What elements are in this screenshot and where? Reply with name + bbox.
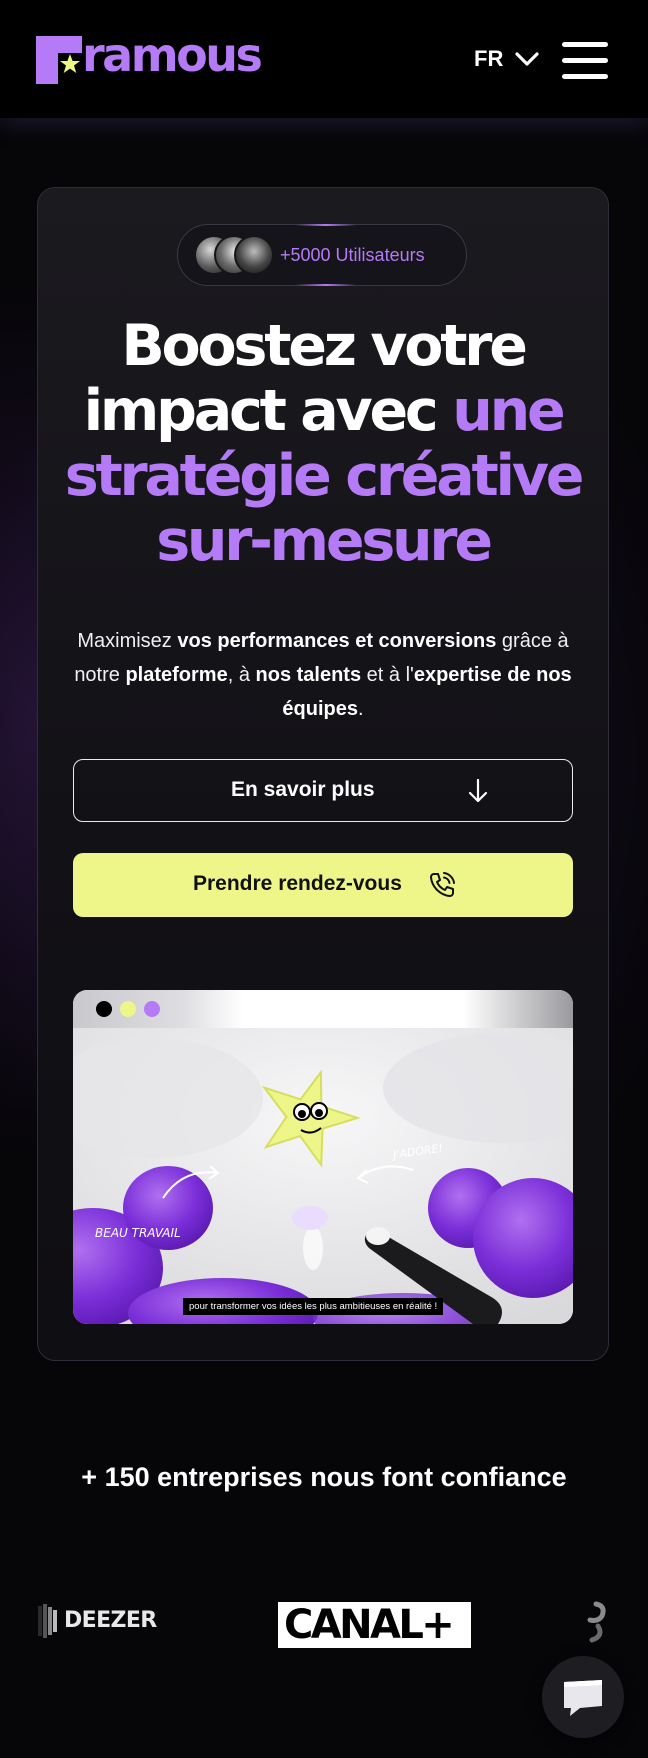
badge-glow-top — [296, 224, 356, 226]
subtext-part: , à — [227, 664, 256, 686]
headline-line-1: Boostez votre — [121, 313, 528, 379]
subtext-part: Maximisez — [77, 630, 178, 652]
subtext-bold: nos talents — [255, 664, 362, 686]
deezer-wordmark: DEEZER — [64, 1608, 157, 1633]
deezer-mark-icon — [38, 1604, 57, 1638]
book-meeting-label: Prendre rendez-vous — [193, 872, 402, 895]
video-caption: pour transformer vos idées les plus ambi… — [183, 1298, 444, 1315]
chat-widget-button[interactable] — [542, 1656, 624, 1738]
headline-accent-word: une — [452, 378, 565, 444]
users-badge: +5000 Utilisateurs — [177, 224, 467, 286]
window-dot-black — [96, 1001, 112, 1017]
avatar — [234, 235, 274, 275]
learn-more-button[interactable]: En savoir plus — [73, 759, 573, 822]
window-title-bar — [73, 990, 573, 1028]
site-header: ramous FR — [0, 0, 648, 118]
window-dot-purple — [144, 1001, 160, 1017]
partial-brand-logo — [587, 1601, 606, 1643]
chat-icon — [564, 1680, 602, 1716]
subtext-bold: vos performances et conversions — [177, 630, 497, 652]
trust-title: + 150 entreprises nous font confiance — [81, 1462, 567, 1492]
users-count-label: +5000 Utilisateurs — [280, 245, 425, 265]
video-preview[interactable]: BEAU TRAVAIL J'ADORE! pour transformer v… — [73, 990, 573, 1324]
menu-icon[interactable] — [562, 40, 610, 80]
learn-more-label: En savoir plus — [231, 778, 375, 801]
arrow-down-icon — [468, 778, 488, 803]
badge-glow-bottom — [296, 284, 356, 286]
video-scene-illustration: BEAU TRAVAIL J'ADORE! — [73, 1028, 573, 1324]
window-dot-yellow — [120, 1001, 136, 1017]
subtext-part: et à l' — [361, 664, 414, 686]
subtext-part: . — [358, 698, 364, 720]
deezer-logo: DEEZER — [38, 1604, 168, 1640]
language-selector[interactable]: FR — [474, 44, 540, 76]
hero-headline: Boostez votre impact avec une stratégie … — [60, 314, 586, 574]
logo-wordmark: ramous — [82, 28, 263, 82]
canal-plus-logo: CANAL+ — [278, 1602, 471, 1648]
framous-logo[interactable]: ramous — [36, 28, 268, 84]
phone-icon — [430, 872, 455, 897]
hero-subtext: Maximisez vos performances et conversion… — [70, 624, 576, 726]
book-meeting-button[interactable]: Prendre rendez-vous — [73, 853, 573, 917]
headline-line-2: impact avec — [83, 378, 439, 444]
canal-plus-wordmark: CANAL+ — [284, 1602, 455, 1648]
headline-line-4: sur-mesure — [156, 508, 493, 574]
headline-line-3: stratégie créative — [64, 443, 585, 509]
logo-f-star-icon — [36, 36, 82, 84]
chevron-down-icon — [515, 52, 539, 66]
subtext-bold: plateforme — [125, 664, 228, 686]
language-code: FR — [474, 46, 504, 71]
scene-label-left: BEAU TRAVAIL — [95, 1226, 181, 1240]
